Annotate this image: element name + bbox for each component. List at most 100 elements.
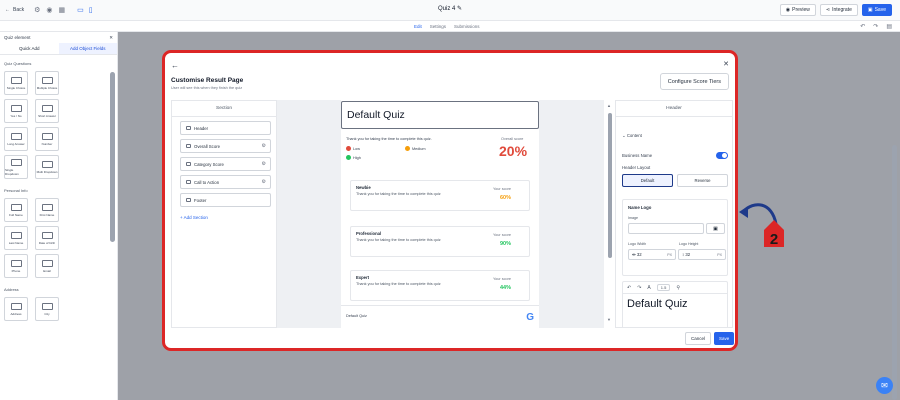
tile-first-name[interactable]: First Name — [35, 198, 59, 222]
section-item-call-to-action[interactable]: Call to Action ⚙ — [180, 175, 271, 189]
grid-icon[interactable]: ▦ — [59, 6, 66, 14]
redo-icon[interactable]: ↷ — [637, 285, 641, 291]
field-icon — [10, 132, 22, 140]
tile-short-answer[interactable]: Short Answer — [35, 99, 59, 123]
save-icon: ▣ — [867, 7, 873, 13]
tab-edit[interactable]: Edit — [414, 24, 422, 29]
legend-high: High — [346, 155, 361, 160]
back-button[interactable]: ← Back — [0, 7, 24, 13]
field-icon — [10, 76, 22, 84]
tile-single-choice[interactable]: Single Choice — [4, 71, 28, 95]
arrow-left-icon[interactable]: ← — [171, 61, 179, 70]
mobile-icon[interactable]: ▯ — [89, 6, 93, 14]
content-accordion[interactable]: ⌄ Content — [622, 133, 642, 139]
upload-image-icon[interactable]: ▣ — [706, 223, 725, 234]
field-icon — [10, 203, 22, 211]
tile-multiple-choice[interactable]: Multiple Choice — [35, 71, 59, 95]
tile-number[interactable]: Number — [35, 127, 59, 151]
field-icon — [10, 302, 22, 310]
close-icon[interactable]: ✕ — [723, 60, 729, 68]
tile-single-dropdown[interactable]: Single Dropdown — [4, 155, 28, 179]
layout-icon — [186, 198, 191, 202]
preview-footer[interactable]: Default Quiz G — [341, 305, 539, 328]
undo-icon[interactable]: ↶ — [627, 285, 631, 291]
image-url-input[interactable] — [628, 223, 704, 234]
thanks-text: Thank you for taking the time to complet… — [346, 137, 432, 141]
tile-address[interactable]: Address — [4, 297, 28, 321]
tile-email[interactable]: Email — [35, 254, 59, 278]
save-button[interactable]: ▣ Save — [861, 4, 892, 16]
undo-icon[interactable]: ↶ — [860, 23, 865, 30]
section-item-footer[interactable]: Footer — [180, 193, 271, 207]
eye-icon[interactable]: ◉ — [46, 6, 52, 14]
redo-icon[interactable]: ↷ — [873, 23, 878, 30]
logo-height-input[interactable]: ↕ 32 PX — [678, 249, 726, 260]
preview-button[interactable]: ◉ Preview — [779, 4, 816, 16]
section-item-category-score[interactable]: Category Score ⚙ — [180, 157, 271, 171]
link-icon[interactable]: ⚲ — [676, 285, 680, 291]
scroll-down-icon[interactable]: ▼ — [607, 317, 611, 322]
header-block[interactable]: Default Quiz — [341, 101, 539, 129]
pencil-icon[interactable]: ✎ — [457, 6, 462, 12]
sections-header: Section — [172, 101, 276, 117]
tile-long-answer[interactable]: Long Answer — [4, 127, 28, 151]
name-logo-box: Name Logo Image ▣ Logo Width Logo Height… — [622, 199, 728, 276]
header-settings-panel: Header ⌄ Content Business Name Header La… — [615, 100, 733, 328]
section-label: Address — [4, 287, 19, 292]
field-icon — [10, 231, 22, 239]
tile-full-name[interactable]: Full Name — [4, 198, 28, 222]
gear-icon[interactable]: ⚙ — [34, 6, 40, 14]
editor-text: Default Quiz — [627, 298, 688, 310]
preview-card: Default Quiz Thank you for taking the ti… — [341, 100, 539, 328]
configure-score-tiers-button[interactable]: Configure Score Tiers — [659, 73, 729, 90]
gear-icon[interactable]: ⚙ — [262, 179, 266, 185]
quiz-title[interactable]: Quiz 4 ✎ — [438, 5, 462, 12]
layers-icon[interactable]: ▤ — [886, 23, 892, 30]
business-name-label: Business Name — [622, 153, 653, 158]
section-item-overall-score[interactable]: Overall Score ⚙ — [180, 139, 271, 153]
tile-phone[interactable]: Phone — [4, 254, 28, 278]
tile-date-of-birth[interactable]: Date of birth — [35, 226, 59, 250]
tab-settings[interactable]: Settings — [430, 24, 446, 29]
tab-add-object-fields[interactable]: Add Object Fields — [58, 43, 117, 54]
close-icon[interactable]: ✕ — [109, 35, 113, 40]
section-item-header[interactable]: Header — [180, 121, 271, 135]
tile-city[interactable]: City — [35, 297, 59, 321]
logo-width-input[interactable]: ⇹ 32 PX — [628, 249, 676, 260]
layout-icon — [186, 144, 191, 148]
field-icon — [41, 132, 53, 140]
tile-last-name[interactable]: Last Name — [4, 226, 28, 250]
title-editor[interactable]: ↶ ↷ A 1.5 ⚲ Default Quiz — [622, 281, 728, 327]
gear-icon[interactable]: ⚙ — [262, 161, 266, 167]
sidebar-scrollbar[interactable] — [110, 72, 115, 242]
modal-save-button[interactable]: Save — [714, 332, 735, 345]
preview-quiz-title: Default Quiz — [347, 109, 405, 121]
preview-scrollbar[interactable] — [608, 113, 612, 258]
layout-reverse-button[interactable]: Reverse — [677, 174, 728, 187]
overall-score-label: Overall score — [501, 137, 524, 141]
field-icon — [41, 104, 53, 112]
text-color-icon[interactable]: A — [647, 285, 650, 291]
orange-dot-icon — [405, 146, 410, 151]
gear-icon[interactable]: ⚙ — [262, 143, 266, 149]
tile-yes-no[interactable]: Yes / No — [4, 99, 28, 123]
layout-default-button[interactable]: Default — [622, 174, 673, 187]
element-sidebar: Quiz element ✕ Quick Add Add Object Fiel… — [0, 32, 118, 400]
tab-quick-add[interactable]: Quick Add — [0, 43, 59, 54]
desktop-icon[interactable]: ▭ — [77, 6, 84, 14]
legend-low: Low — [346, 146, 360, 151]
add-section-button[interactable]: + Add Section — [180, 215, 276, 220]
font-size-select[interactable]: 1.5 — [656, 284, 671, 291]
integrate-button[interactable]: ⋖ Integrate — [819, 4, 858, 16]
header-layout-label: Header Layout — [622, 165, 651, 170]
chat-icon[interactable]: ✉ — [876, 377, 893, 394]
tile-multi-dropdown[interactable]: Multi Dropdown — [35, 155, 59, 179]
page-scrollbar[interactable] — [892, 145, 897, 400]
cancel-button[interactable]: Cancel — [685, 332, 712, 345]
tab-submissions[interactable]: Submissions — [454, 24, 480, 29]
scroll-up-icon[interactable]: ▲ — [607, 103, 611, 108]
field-icon — [41, 259, 53, 267]
eye-icon: ◉ — [785, 7, 791, 13]
modal-title: Customise Result Page — [171, 77, 244, 84]
business-name-toggle[interactable] — [716, 152, 728, 159]
